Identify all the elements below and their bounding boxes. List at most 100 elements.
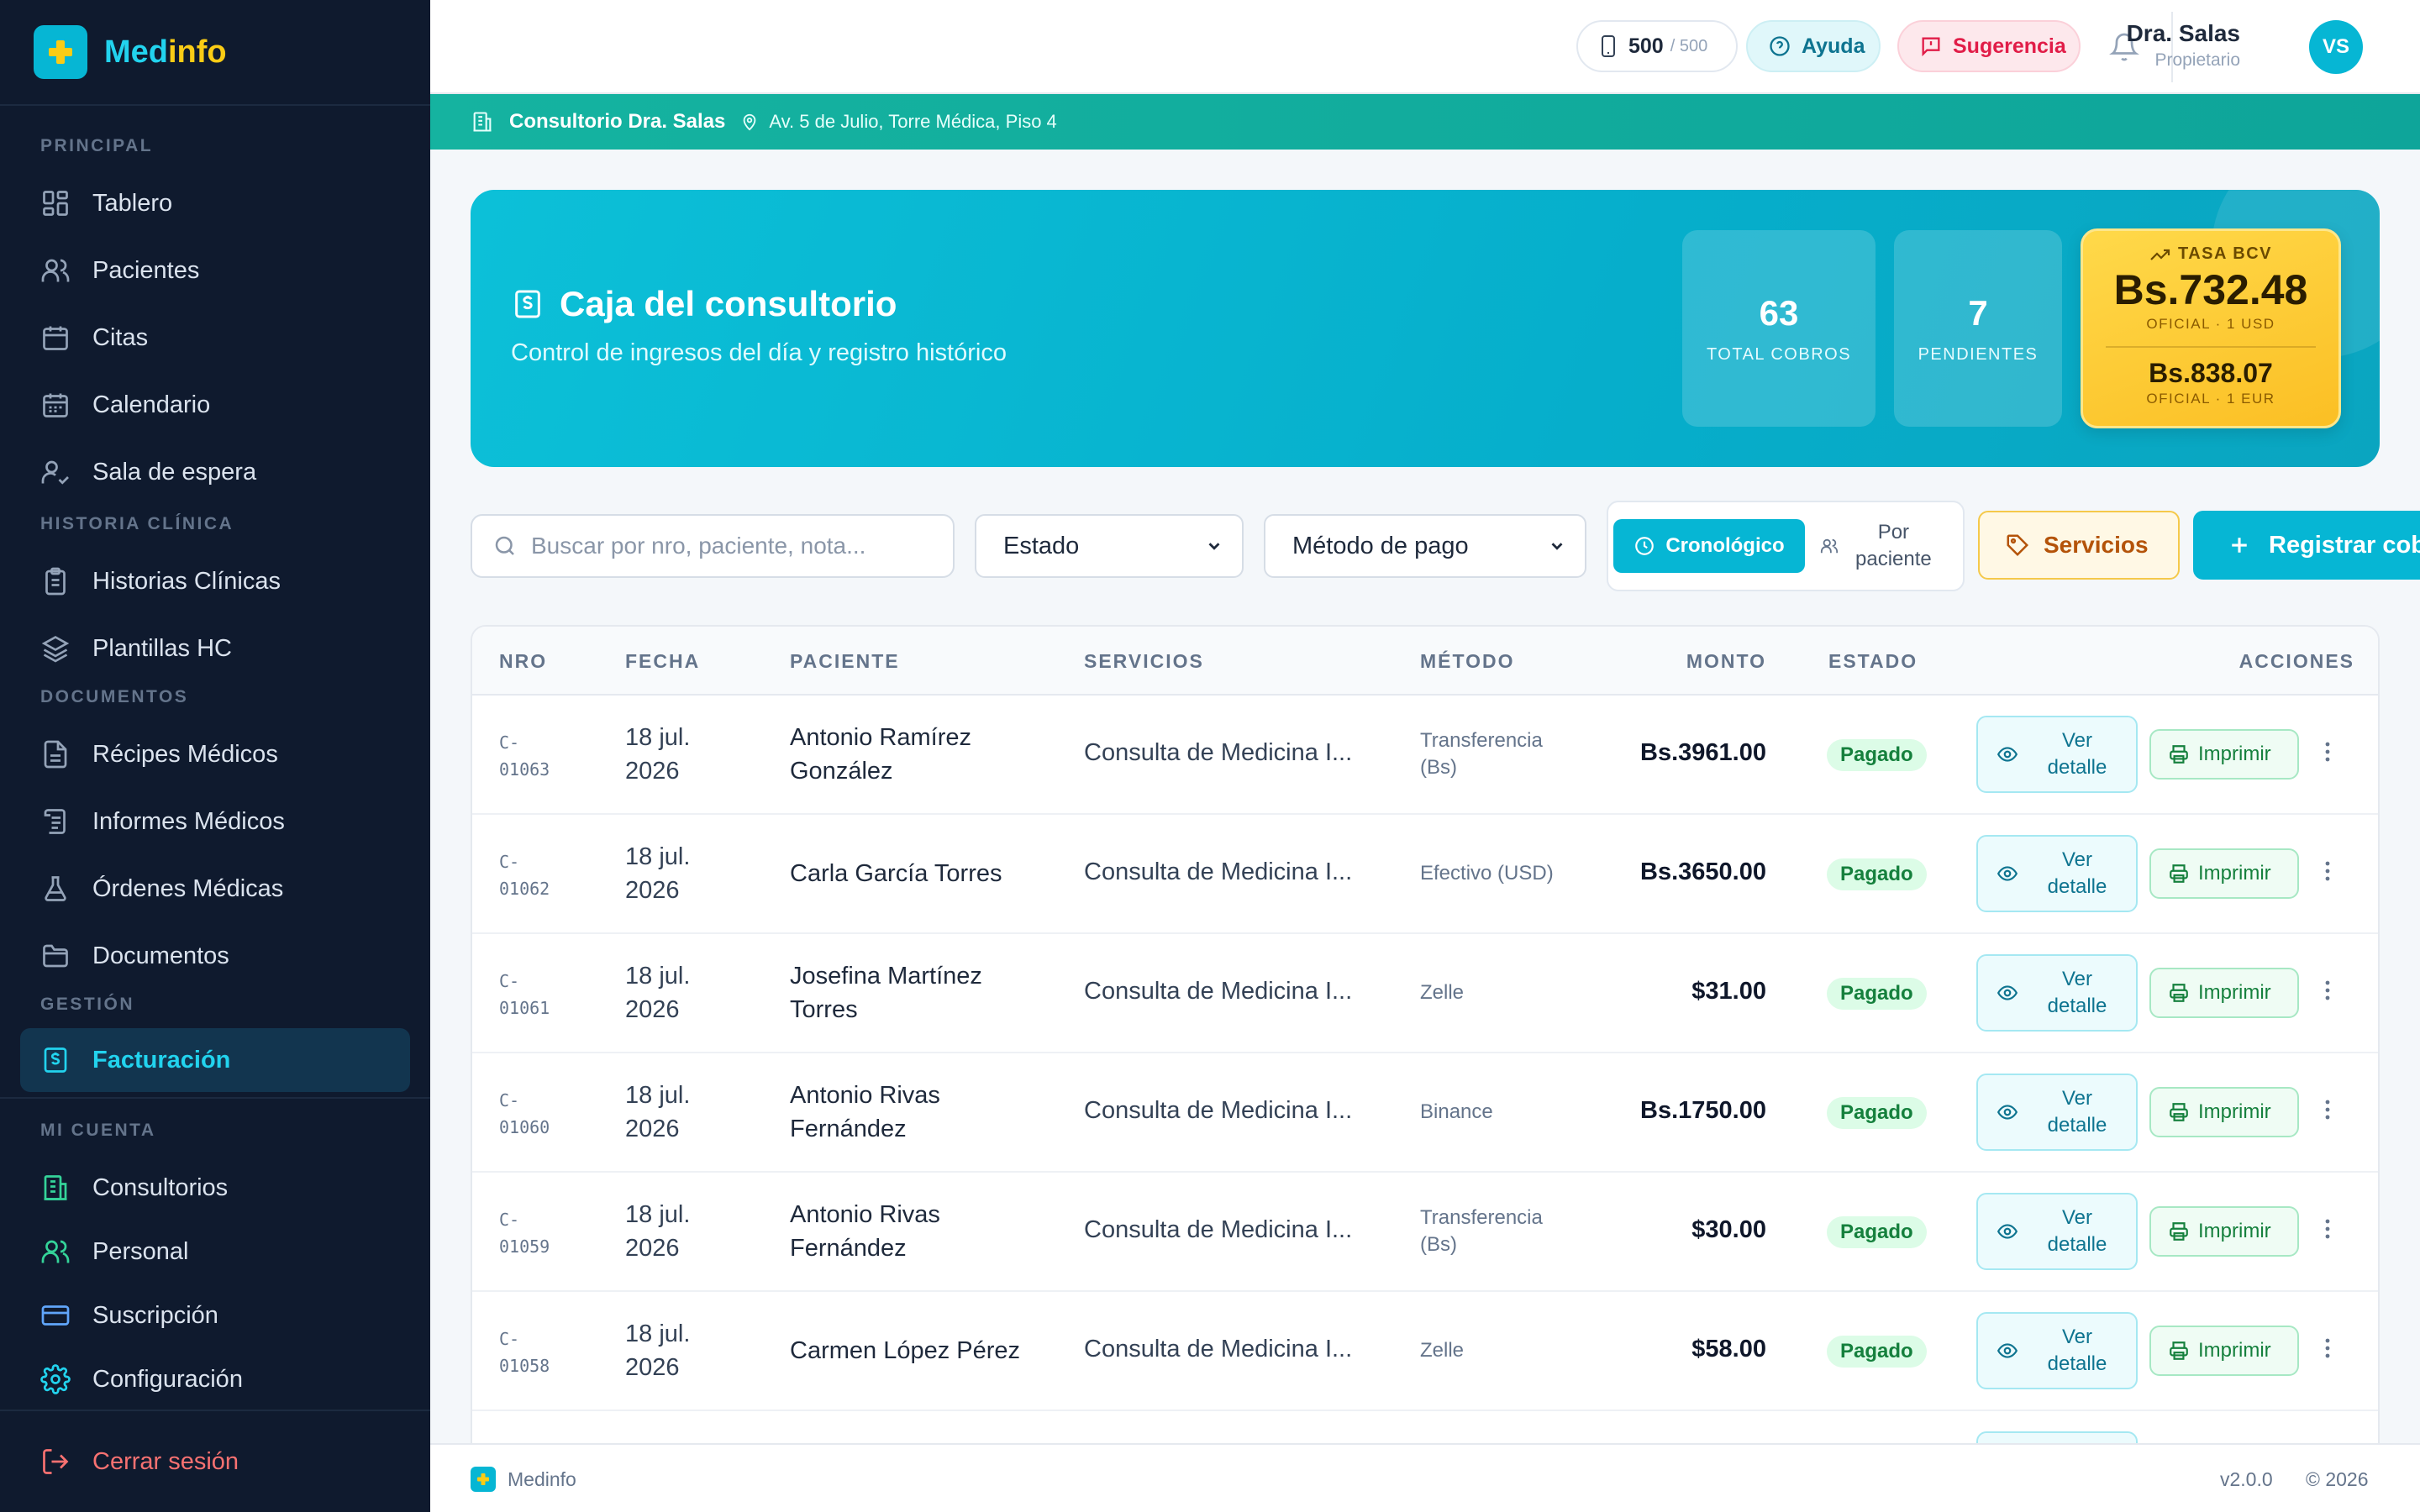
user-role: Propietario [2154,50,2240,70]
quota-value: 500 [1628,34,1664,58]
gear-icon [40,1364,71,1394]
col-nro[interactable]: NRO [499,650,547,673]
view-by-patient-button[interactable]: Por paciente [1820,516,1963,576]
sidebar-item-calendario[interactable]: Calendario [20,373,410,437]
table-row[interactable]: C- 01060 18 jul. 2026 Antonio Rivas Fernánd… [472,1053,2378,1173]
col-servicios[interactable]: SERVICIOS [1084,650,1204,673]
print-label: Imprimir [2198,743,2271,765]
row-more-menu-button[interactable] [2324,1336,2331,1361]
table-row[interactable]: C- 01058 18 jul. 2026 Carmen López Pérez C… [472,1292,2378,1411]
avatar[interactable]: VS [2309,20,2363,74]
eye-icon [1996,747,2018,762]
logout-button[interactable]: Cerrar sesión [20,1430,410,1494]
row-nro: C- 01058 [499,1329,550,1376]
row-nro: C- 01059 [499,1210,550,1257]
view-detail-label: Ver detalle [2047,848,2107,898]
building-icon [473,112,492,132]
search-input[interactable] [531,533,934,559]
sidebar-item-documentos[interactable]: Documentos [20,924,410,988]
sidebar-item-ordenes[interactable]: Órdenes Médicas [20,857,410,921]
sidebar-item-label: Documentos [92,942,229,969]
row-servicio: Consulta de Medicina I... [1084,1216,1353,1243]
row-metodo: Transferencia (Bs) [1420,1206,1543,1256]
sidebar-item-plantillas[interactable]: Plantillas HC [20,617,410,680]
sidebar-item-sala-espera[interactable]: Sala de espera [20,440,410,504]
view-detail-button[interactable]: Ver detalle [1976,835,2138,912]
section-gestion: GESTIÓN [40,995,135,1014]
section-documentos: DOCUMENTOS [40,687,189,706]
register-payment-button[interactable]: Registrar cobro [2193,511,2420,580]
col-monto[interactable]: MONTO [1682,650,1766,673]
layers-icon [41,635,70,663]
row-fecha: 18 jul. 2026 [625,1320,691,1381]
sidebar-item-informes[interactable]: Informes Médicos [20,790,410,853]
rate-eur: Bs.838.07 [2149,358,2273,388]
row-paciente[interactable]: Carla García Torres [790,857,1059,890]
dashboard-grid-icon [43,191,68,216]
table-row[interactable]: C- 01062 18 jul. 2026 Carla García Torres … [472,815,2378,934]
building-icon [44,1175,67,1200]
view-chronological-button[interactable]: Cronológico [1613,519,1805,573]
row-more-menu-button[interactable] [2324,1216,2331,1242]
sidebar-item-pacientes[interactable]: Pacientes [20,239,410,302]
services-button[interactable]: Servicios [1978,511,2180,580]
sidebar-item-configuracion[interactable]: Configuración [20,1347,410,1411]
quota-total: / 500 [1670,36,1708,55]
view-detail-button[interactable]: Ver detalle [1976,1193,2138,1270]
search-box[interactable] [471,514,955,578]
table-row[interactable]: C- 01061 18 jul. 2026 Josefina Martínez Tor… [472,934,2378,1053]
rate-header: TASA BCV [2083,244,2338,264]
status-filter-value: Estado [1003,532,1080,559]
row-paciente[interactable]: Josefina Martínez Torres [790,959,1059,1026]
print-button[interactable]: Imprimir [2149,1326,2299,1376]
row-paciente[interactable]: Antonio Ramírez González [790,721,1059,788]
stat-label: PENDIENTES [1918,344,2039,364]
status-badge: Pagado [1827,1216,1927,1248]
view-detail-button[interactable]: Ver detalle [1976,1312,2138,1389]
brand[interactable]: Medinfo [0,0,430,106]
sidebar-item-personal[interactable]: Personal [20,1220,410,1284]
row-servicio: Consulta de Medicina I... [1084,1097,1353,1124]
table-row[interactable]: C- 01059 18 jul. 2026 Antonio Rivas Fernánd… [472,1173,2378,1292]
col-paciente[interactable]: PACIENTE [790,650,900,673]
sidebar-item-label: Personal [92,1237,189,1265]
print-button[interactable]: Imprimir [2149,1206,2299,1257]
row-nro: C- 01062 [499,852,550,899]
eye-icon [1996,1224,2018,1239]
sidebar-item-tablero[interactable]: Tablero [20,171,410,235]
row-more-menu-button[interactable] [2324,1097,2331,1122]
table-row[interactable]: C- 01063 18 jul. 2026 Antonio Ramírez Gonzá… [472,696,2378,815]
print-button[interactable]: Imprimir [2149,1087,2299,1137]
user-name[interactable]: Dra. Salas [2127,20,2240,47]
view-detail-button[interactable]: Ver detalle [1976,954,2138,1032]
row-paciente[interactable]: Antonio Rivas Fernández [790,1198,1059,1265]
print-button[interactable]: Imprimir [2149,729,2299,780]
suggestion-button[interactable]: Sugerencia [1897,20,2081,72]
quota-counter[interactable]: 500 / 500 [1576,20,1738,72]
status-filter-select[interactable]: Estado [975,514,1244,578]
sidebar-item-label: Historias Clínicas [92,567,281,595]
topbar: 500 / 500 Ayuda Sugerencia Dra. Salas Pr… [430,0,2420,94]
sidebar-item-historias[interactable]: Historias Clínicas [20,549,410,613]
sidebar-item-citas[interactable]: Citas [20,306,410,370]
view-detail-button[interactable]: Ver detalle [1976,1074,2138,1151]
view-detail-button[interactable]: Ver detalle [1976,716,2138,793]
row-more-menu-button[interactable] [2324,858,2331,884]
sidebar-item-recipes[interactable]: Récipes Médicos [20,722,410,786]
row-monto: Bs.1750.00 [1640,1097,1766,1124]
row-paciente[interactable]: Carmen López Pérez [790,1334,1059,1368]
col-estado[interactable]: ESTADO [1828,650,1918,673]
sidebar-item-facturacion[interactable]: Facturación [20,1028,410,1092]
row-more-menu-button[interactable] [2324,978,2331,1003]
col-metodo[interactable]: MÉTODO [1420,650,1515,673]
sidebar-item-suscripcion[interactable]: Suscripción [20,1284,410,1347]
col-fecha[interactable]: FECHA [625,650,700,673]
print-button[interactable]: Imprimir [2149,968,2299,1018]
payment-method-select[interactable]: Método de pago [1264,514,1586,578]
sidebar-item-consultorios[interactable]: Consultorios [20,1156,410,1220]
print-button[interactable]: Imprimir [2149,848,2299,899]
row-paciente[interactable]: Antonio Rivas Fernández [790,1079,1059,1146]
help-button[interactable]: Ayuda [1746,20,1881,72]
row-more-menu-button[interactable] [2324,739,2331,764]
register-payment-label: Registrar cobro [2269,531,2420,559]
